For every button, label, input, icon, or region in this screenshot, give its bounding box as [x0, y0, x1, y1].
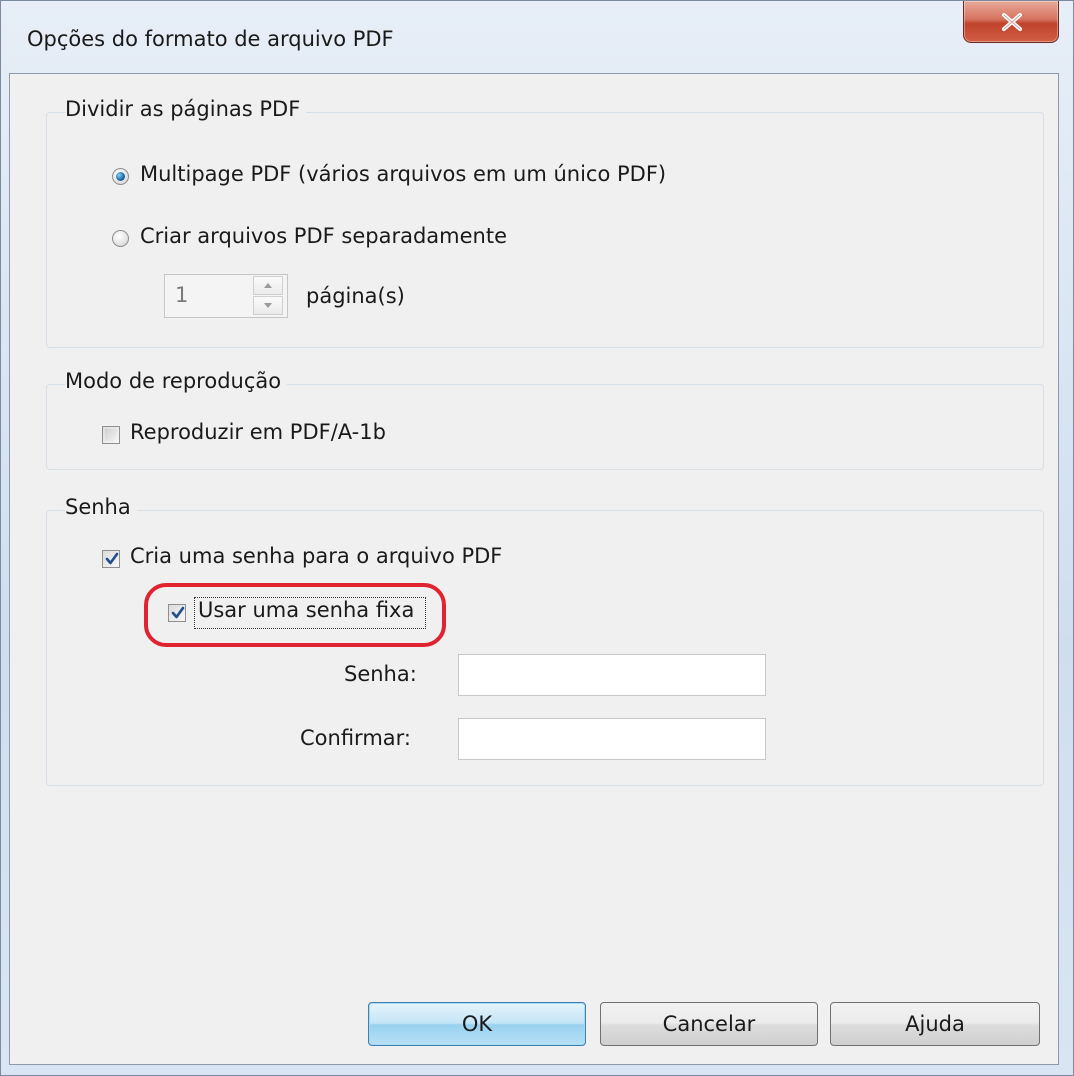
split-pages-legend: Dividir as páginas PDF	[65, 97, 307, 121]
pdfa-checkbox[interactable]	[102, 426, 120, 444]
separate-files-radio[interactable]	[112, 230, 129, 247]
pages-value: 1	[175, 283, 189, 307]
close-button[interactable]	[963, 1, 1059, 43]
create-password-checkbox[interactable]	[102, 550, 120, 568]
create-password-label[interactable]: Cria uma senha para o arquivo PDF	[130, 544, 502, 568]
ok-button[interactable]: OK	[368, 1002, 586, 1046]
password-field-label: Senha:	[344, 662, 417, 686]
dialog-client-area: Dividir as páginas PDF Multipage PDF (vá…	[9, 73, 1059, 1065]
close-icon	[1002, 13, 1022, 31]
dialog-window: Opções do formato de arquivo PDF Dividir…	[0, 0, 1074, 1076]
pages-spinner[interactable]: 1	[164, 274, 288, 318]
password-input[interactable]	[458, 654, 766, 696]
multipage-radio[interactable]	[112, 168, 129, 185]
reproduction-mode-legend: Modo de reprodução	[65, 369, 288, 393]
chevron-down-icon	[264, 303, 272, 308]
annotation-highlight	[144, 583, 446, 647]
separate-files-label[interactable]: Criar arquivos PDF separadamente	[140, 224, 507, 248]
pdfa-label[interactable]: Reproduzir em PDF/A-1b	[130, 420, 386, 444]
spinner-buttons	[251, 275, 287, 317]
chevron-up-icon	[264, 283, 272, 288]
pages-unit-label: página(s)	[306, 284, 405, 308]
window-title: Opções do formato de arquivo PDF	[27, 27, 394, 51]
checkbox-fill	[105, 429, 117, 441]
spin-up-button[interactable]	[253, 276, 283, 295]
checkmark-icon	[105, 552, 119, 565]
help-button[interactable]: Ajuda	[830, 1002, 1040, 1046]
confirm-password-input[interactable]	[458, 718, 766, 760]
title-bar: Opções do formato de arquivo PDF	[1, 1, 1073, 73]
spin-down-button[interactable]	[253, 296, 283, 315]
cancel-button[interactable]: Cancelar	[600, 1002, 818, 1046]
password-legend: Senha	[65, 495, 137, 519]
multipage-label[interactable]: Multipage PDF (vários arquivos em um úni…	[140, 162, 666, 186]
confirm-field-label: Confirmar:	[300, 726, 411, 750]
